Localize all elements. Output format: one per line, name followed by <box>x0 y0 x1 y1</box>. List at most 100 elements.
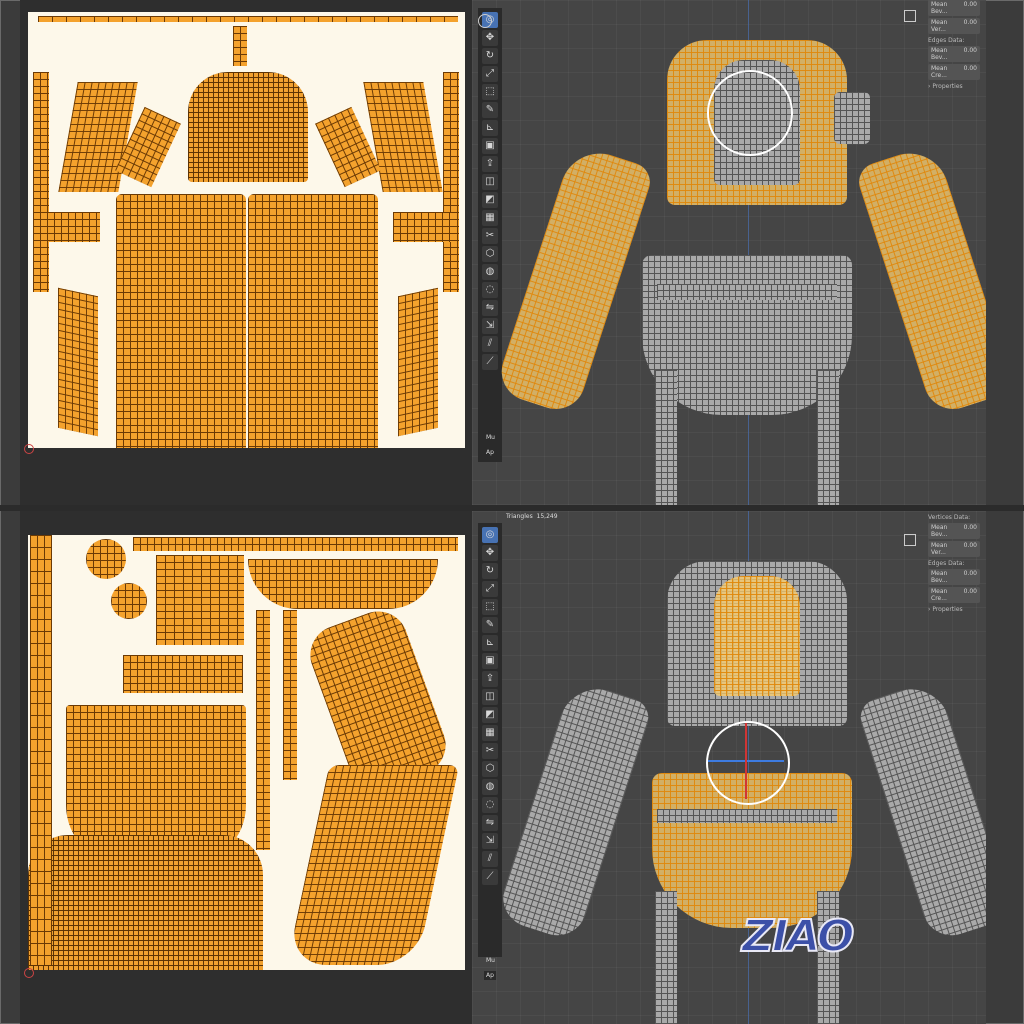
uv-cursor-icon-bottom <box>24 968 34 978</box>
sidebar-bottom-edge-row-0[interactable]: Mean Bev... 0.00 <box>928 569 986 585</box>
annotate-icon[interactable]: ✎ <box>482 617 498 633</box>
uv-island-vest <box>188 72 308 182</box>
harness-right[interactable] <box>817 370 839 505</box>
sidebar-bottom-properties[interactable]: › Properties <box>928 606 986 613</box>
sidebar-top-row-1[interactable]: Mean Ver... 0.00 <box>928 18 986 34</box>
neck-gizmo[interactable] <box>707 70 793 156</box>
stats-overlay: Triangles 15,249 <box>506 513 558 520</box>
scale-icon[interactable]: ⤢ <box>482 66 498 82</box>
uv-island-waistband <box>133 537 458 551</box>
shrink-icon[interactable]: ⇲ <box>482 833 498 849</box>
sidebar-top-edge-row-0[interactable]: Mean Bev... 0.00 <box>928 46 986 62</box>
sidebar-bottom-edge-row-1-label: Mean Cre... <box>931 588 948 602</box>
knife-icon[interactable]: ✂ <box>482 743 498 759</box>
viewport-top[interactable]: ◎ ✥ ↻ ⤢ ⬚ ✎ ⊾ ▣ ⇪ ◫ ◩ ▦ ✂ ⬡ ◍ ◌ ⇋ ⇲ ⫽ ⟋ Mu Ap <box>472 0 986 505</box>
toolbar-footer-top[interactable]: Mu <box>486 434 495 441</box>
transform-icon[interactable]: ⬚ <box>482 599 498 615</box>
sidebar-bottom-row-1[interactable]: Mean Ver... 0.00 <box>928 541 986 557</box>
uv-island-crotch-b <box>286 765 460 965</box>
uv-island-bars-mid2 <box>393 212 453 242</box>
knife-icon[interactable]: ✂ <box>482 228 498 244</box>
uv-island-strip-b <box>443 72 459 292</box>
sidebar-top-edge-row-1[interactable]: Mean Cre... 0.00 <box>928 64 986 80</box>
cursor-icon[interactable]: ◎ <box>482 527 498 543</box>
edge-slide-icon[interactable]: ⇋ <box>482 300 498 316</box>
annotate-icon[interactable]: ✎ <box>482 102 498 118</box>
move-icon[interactable]: ✥ <box>482 545 498 561</box>
grid-toggle-icon-bottom[interactable] <box>904 534 916 546</box>
transform-gizmo[interactable] <box>706 721 790 805</box>
extrude-icon[interactable]: ⇪ <box>482 671 498 687</box>
bevel-icon[interactable]: ◩ <box>482 707 498 723</box>
gizmo-y-axis[interactable] <box>745 723 747 799</box>
sidebar-top-edge-row-1-value: 0.00 <box>963 65 977 72</box>
uv-island-pockets <box>123 655 243 693</box>
uv-island-vertical-bar <box>233 26 247 66</box>
viewport-gizmo-top[interactable] <box>478 14 492 28</box>
polybuild-icon[interactable]: ⬡ <box>482 761 498 777</box>
harness-left-bottom[interactable] <box>655 891 677 1024</box>
shear-icon[interactable]: ⫽ <box>482 851 498 867</box>
sidebar-top-properties-label: Properties <box>932 83 963 90</box>
belt-bottom[interactable] <box>657 809 837 823</box>
edge-slide-icon[interactable]: ⇋ <box>482 815 498 831</box>
sleeve-right-bottom[interactable] <box>855 678 986 944</box>
spin-icon[interactable]: ◍ <box>482 779 498 795</box>
sidebar-bottom-row-0[interactable]: Mean Bev... 0.00 <box>928 523 986 539</box>
crop-top-bottom[interactable] <box>714 576 800 696</box>
add-cube-icon[interactable]: ▣ <box>482 138 498 154</box>
sidebar-top-row-0[interactable]: Mean Bev... 0.00 <box>928 0 986 16</box>
viewport-bottom[interactable]: Triangles 15,249 ◎ ✥ ↻ ⤢ ⬚ ✎ ⊾ ▣ ⇪ ◫ ◩ ▦ ✂ ⬡ ◍ ◌ ⇋ ⇲ ⫽ ⟋ Mu… <box>472 511 986 1024</box>
sidebar-bottom-edge-row-1[interactable]: Mean Cre... 0.00 <box>928 587 986 603</box>
inset-icon[interactable]: ◫ <box>482 174 498 190</box>
rotate-icon[interactable]: ↻ <box>482 563 498 579</box>
rip-icon[interactable]: ⟋ <box>482 354 498 370</box>
rotate-icon[interactable]: ↻ <box>482 48 498 64</box>
sidebar-top-edges-header: Edges Data: <box>928 37 965 44</box>
sidebar-bottom: Vertices Data: Mean Bev... 0.00 Mean Ver.… <box>928 511 986 615</box>
sleeve-left[interactable] <box>493 143 656 417</box>
uv-island-disc-a <box>86 539 126 579</box>
toolbar-footer2-bottom[interactable]: Ap <box>484 971 496 980</box>
uv-island-strap-long2 <box>283 610 297 780</box>
sidebar-top-row-0-label: Mean Bev... <box>931 1 948 15</box>
rip-icon[interactable]: ⟋ <box>482 869 498 885</box>
sidebar-top-properties[interactable]: › Properties <box>928 83 986 90</box>
sidebar-bottom-row-0-value: 0.00 <box>963 524 977 531</box>
sleeve-left-bottom[interactable] <box>495 678 654 944</box>
shrink-icon[interactable]: ⇲ <box>482 318 498 334</box>
uv-island-collar-right <box>363 82 443 192</box>
belt[interactable] <box>657 284 837 300</box>
inset-icon[interactable]: ◫ <box>482 689 498 705</box>
add-cube-icon[interactable]: ▣ <box>482 653 498 669</box>
loopcut-icon[interactable]: ▦ <box>482 210 498 226</box>
grid-toggle-icon-top[interactable] <box>904 10 916 22</box>
uv-sheet-top[interactable] <box>28 12 465 448</box>
uv-sheet-bottom[interactable] <box>28 535 465 970</box>
measure-icon[interactable]: ⊾ <box>482 120 498 136</box>
bevel-icon[interactable]: ◩ <box>482 192 498 208</box>
scale-icon[interactable]: ⤢ <box>482 581 498 597</box>
spin-icon[interactable]: ◍ <box>482 264 498 280</box>
armband[interactable] <box>834 92 870 144</box>
loopcut-icon[interactable]: ▦ <box>482 725 498 741</box>
sleeve-right[interactable] <box>853 143 986 417</box>
sidebar-top-row-1-label: Mean Ver... <box>931 19 948 33</box>
measure-icon[interactable]: ⊾ <box>482 635 498 651</box>
transform-icon[interactable]: ⬚ <box>482 84 498 100</box>
smooth-icon[interactable]: ◌ <box>482 797 498 813</box>
shear-icon[interactable]: ⫽ <box>482 336 498 352</box>
extrude-icon[interactable]: ⇪ <box>482 156 498 172</box>
sidebar-bottom-edge-row-0-value: 0.00 <box>963 570 977 577</box>
harness-left[interactable] <box>655 370 677 505</box>
sidebar-bottom-edges-header: Edges Data: <box>928 560 965 567</box>
toolbar-footer2-top[interactable]: Ap <box>484 448 496 457</box>
move-icon[interactable]: ✥ <box>482 30 498 46</box>
polybuild-icon[interactable]: ⬡ <box>482 246 498 262</box>
uv-island-arc <box>248 559 438 609</box>
toolbar-footer-bottom[interactable]: Mu <box>486 957 495 964</box>
uv-island-bars-top <box>38 16 458 22</box>
uv-island-shirt-back <box>248 194 378 448</box>
sidebar-top-edge-row-0-value: 0.00 <box>963 47 977 54</box>
smooth-icon[interactable]: ◌ <box>482 282 498 298</box>
